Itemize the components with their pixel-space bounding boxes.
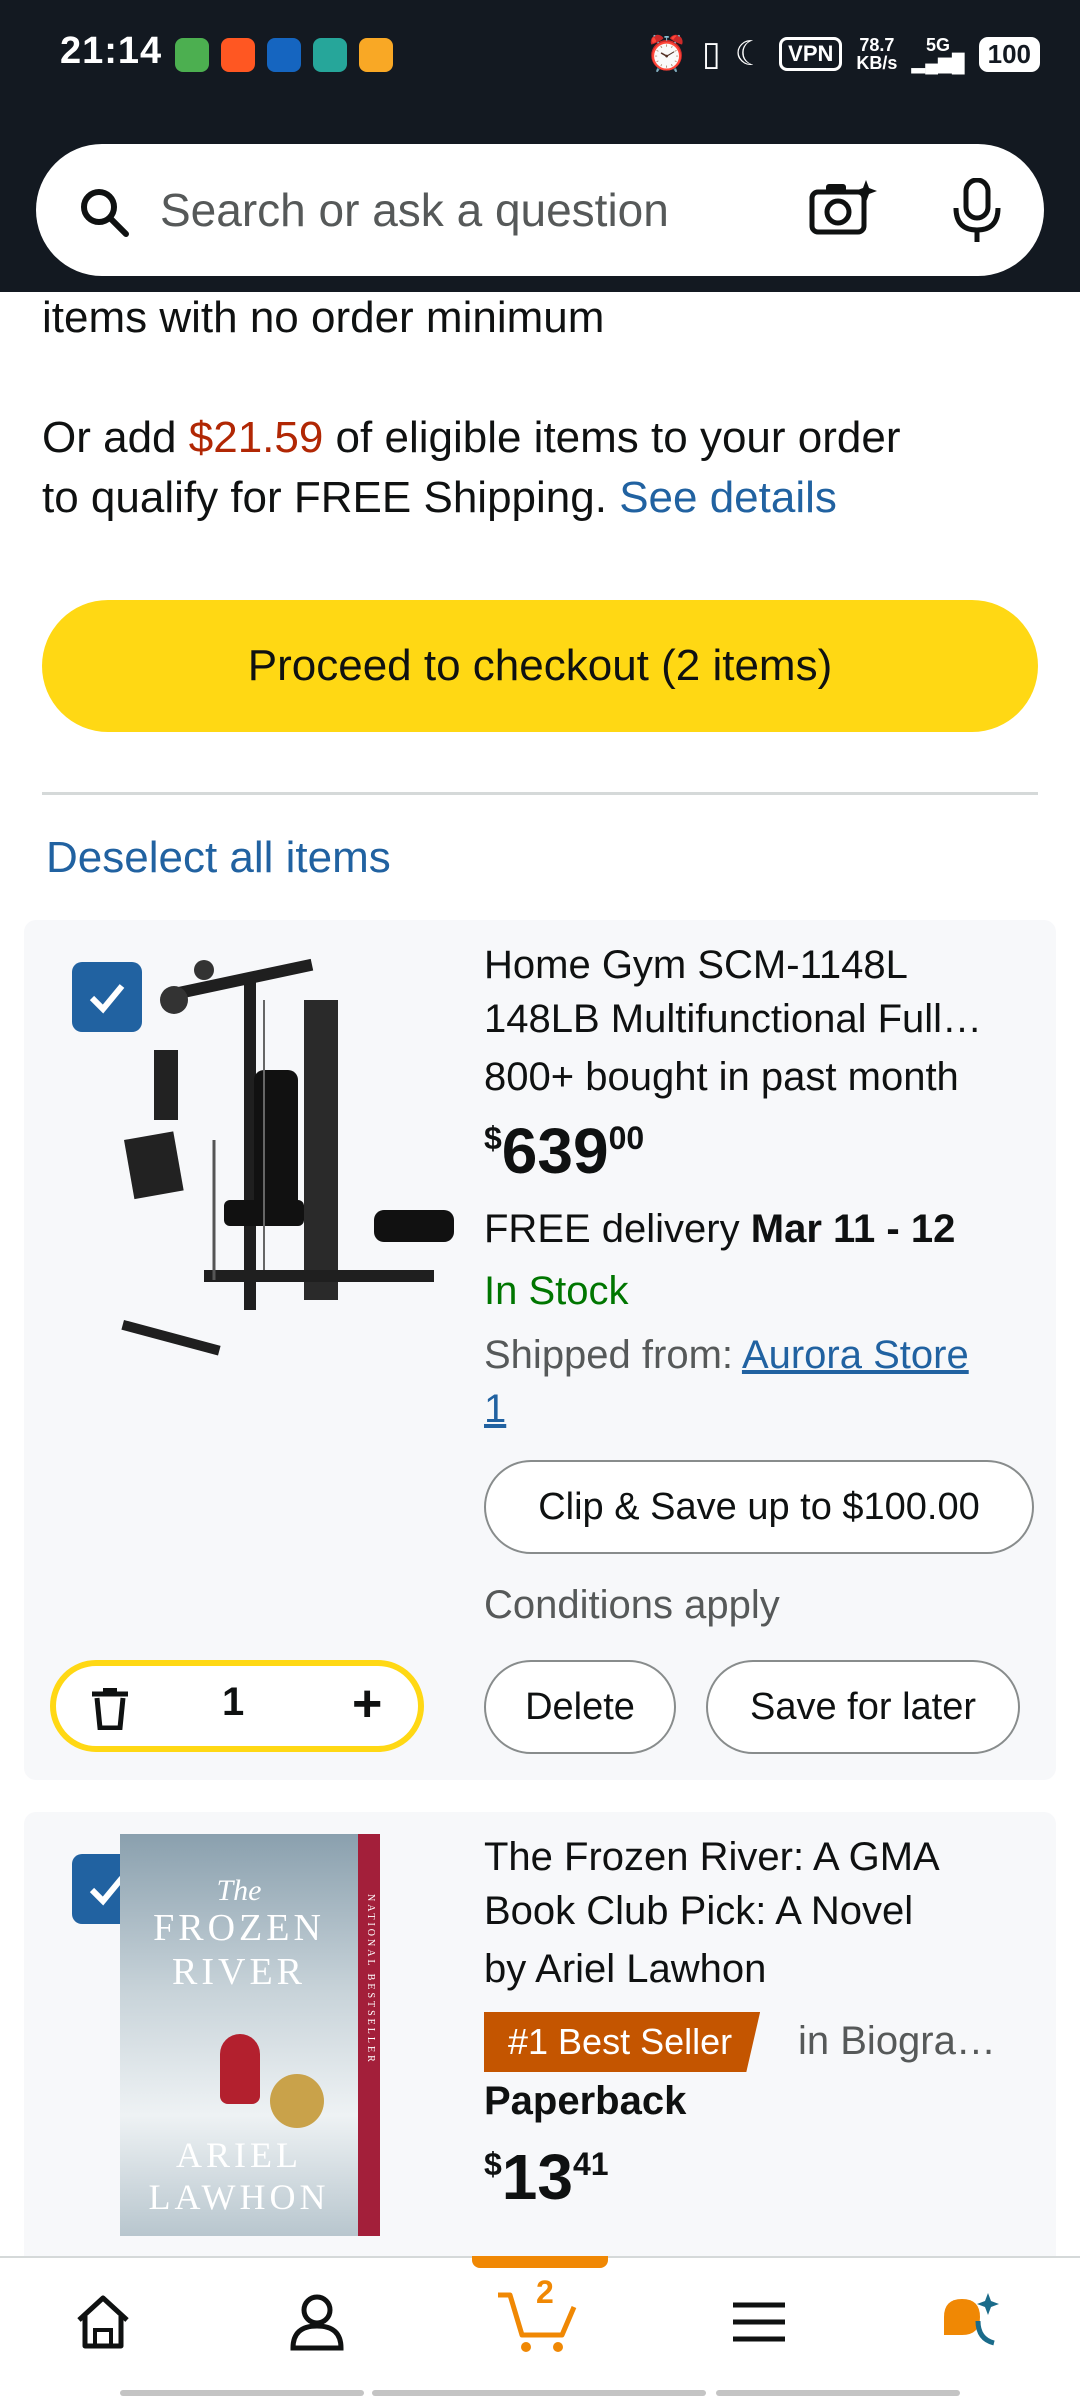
app-notification-icon: [313, 38, 347, 72]
gesture-bar: [120, 2390, 364, 2396]
product-image-home-gym[interactable]: [64, 940, 464, 1360]
network-speed: 78.7 KB/s: [856, 35, 898, 73]
cover-award-seal: [270, 2074, 324, 2128]
gesture-bar: [372, 2390, 706, 2396]
cover-side-text: NATIONAL BESTSELLER: [365, 1894, 376, 2065]
cart-item-card: NATIONAL BESTSELLER The FROZEN RIVER ARI…: [24, 1812, 1056, 2312]
best-seller-category[interactable]: in Biogra…: [798, 2014, 996, 2068]
search-icon[interactable]: [78, 186, 130, 238]
nav-account[interactable]: [272, 2282, 362, 2362]
home-icon: [77, 2295, 129, 2349]
seller-link[interactable]: Aurora Store: [742, 1333, 969, 1377]
app-notification-icon: [175, 38, 209, 72]
deselect-all-link[interactable]: Deselect all items: [46, 828, 391, 888]
conditions-text: Conditions apply: [484, 1583, 780, 1627]
bought-count: 800+ bought in past month: [484, 1055, 959, 1099]
signal-icon: 5G ▂▄▆█: [911, 35, 965, 73]
search-bar[interactable]: [36, 144, 1044, 276]
see-details-link[interactable]: See details: [619, 473, 837, 522]
quantity-value: 1: [222, 1680, 245, 1724]
status-right: ⏰ ▯ ☾ VPN 78.7 KB/s 5G ▂▄▆█ 100: [646, 34, 1040, 74]
cover-author-last: LAWHON: [148, 2177, 330, 2217]
cart-count-badge: 2: [536, 2274, 554, 2310]
status-time: 21:14: [60, 30, 163, 72]
shipped-from: Shipped from: Aurora Store 1: [484, 1333, 969, 1431]
camera-search-icon[interactable]: [808, 178, 878, 238]
alarm-icon: ⏰: [645, 35, 688, 73]
best-seller-badge[interactable]: #1 Best Seller: [484, 2012, 761, 2072]
cover-title-river: RIVER: [172, 1951, 306, 1993]
microphone-icon[interactable]: [950, 178, 1004, 244]
cover-title-the: The: [216, 1874, 262, 1907]
active-tab-indicator: [472, 2256, 608, 2268]
stock-status: In Stock: [484, 1269, 629, 1313]
book-format: Paperback: [484, 2079, 687, 2123]
increase-quantity-button[interactable]: +: [352, 1674, 382, 1734]
vibrate-icon: ▯: [701, 35, 721, 73]
nav-menu[interactable]: [714, 2282, 804, 2362]
notification-icons: [175, 38, 393, 72]
bottom-navigation: 2: [0, 2256, 1080, 2400]
delete-button[interactable]: Delete: [484, 1660, 676, 1754]
shipping-info-cut: items with no order minimum: [42, 293, 605, 342]
save-for-later-button[interactable]: Save for later: [706, 1660, 1020, 1754]
battery-indicator: 100: [978, 36, 1040, 72]
delivery-info: FREE delivery Mar 11 - 12: [484, 1207, 956, 1251]
seller-link-cont[interactable]: 1: [484, 1387, 506, 1431]
clip-coupon-button[interactable]: Clip & Save up to $100.00: [484, 1460, 1034, 1554]
product-image-book-cover[interactable]: NATIONAL BESTSELLER The FROZEN RIVER ARI…: [120, 1834, 380, 2236]
product-title[interactable]: The Frozen River: A GMA Book Club Pick: A…: [484, 1830, 1044, 1938]
cover-title-frozen: FROZEN: [153, 1907, 325, 1949]
cover-author-first: ARIEL: [176, 2135, 302, 2175]
user-icon: [290, 2294, 344, 2351]
menu-icon: [733, 2302, 785, 2342]
proceed-to-checkout-button[interactable]: Proceed to checkout (2 items): [42, 600, 1038, 732]
cart-item-card: Home Gym SCM-1148L 148LB Multifunctional …: [24, 920, 1056, 1780]
amount-needed: $21.59: [188, 413, 324, 462]
product-price: $63900: [484, 1115, 645, 1187]
nav-rufus-assistant[interactable]: [928, 2282, 1018, 2362]
free-shipping-message: Or add $21.59 of eligible items to your …: [42, 413, 901, 522]
cover-figure: [220, 2034, 260, 2104]
delete-trash-icon[interactable]: [88, 1686, 132, 1730]
search-input[interactable]: [160, 172, 760, 248]
app-notification-icon: [267, 38, 301, 72]
status-bar: 21:14 ⏰ ▯ ☾ VPN 78.7 KB/s 5G ▂▄▆█ 100: [0, 0, 1080, 112]
app-notification-icon: [359, 38, 393, 72]
app-header: 21:14 ⏰ ▯ ☾ VPN 78.7 KB/s 5G ▂▄▆█ 100: [0, 0, 1080, 292]
divider: [42, 792, 1038, 795]
ai-assistant-icon: [944, 2293, 999, 2346]
product-price: $1341: [484, 2141, 609, 2213]
moon-icon: ☾: [734, 35, 766, 73]
nav-home[interactable]: [58, 2282, 148, 2362]
vpn-badge: VPN: [779, 37, 843, 71]
nav-cart[interactable]: 2: [494, 2274, 584, 2362]
gesture-bar: [716, 2390, 960, 2396]
product-title[interactable]: Home Gym SCM-1148L 148LB Multifunctional …: [484, 938, 1044, 1046]
app-notification-icon: [221, 38, 255, 72]
quantity-stepper: 1 +: [50, 1660, 424, 1752]
book-author: by Ariel Lawhon: [484, 1947, 767, 1991]
